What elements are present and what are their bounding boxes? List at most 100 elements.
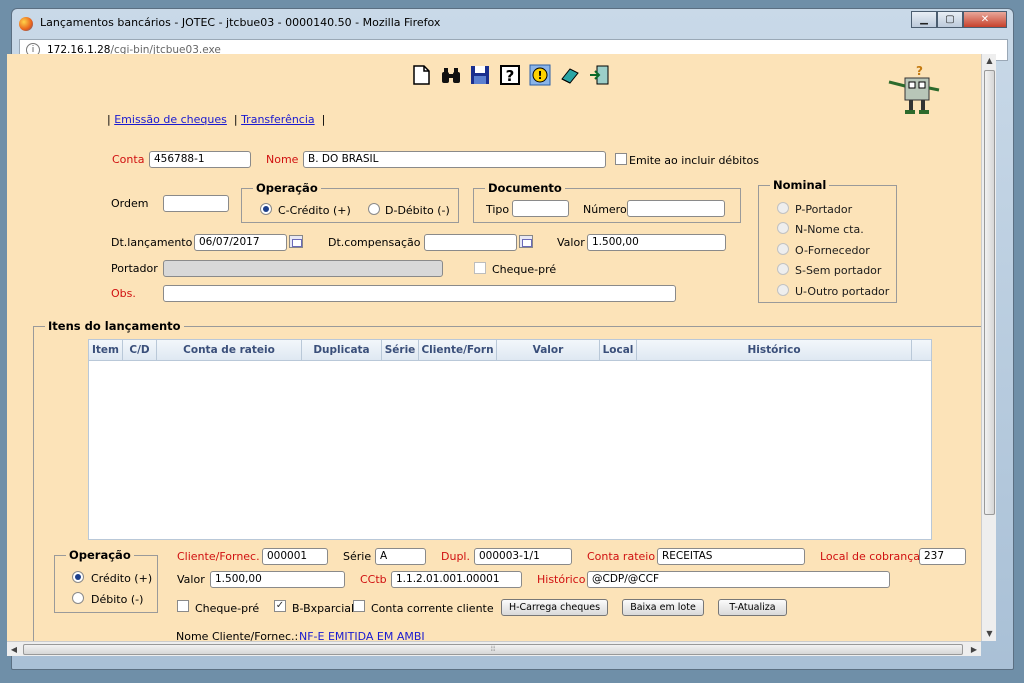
serie-label: Série <box>343 550 372 563</box>
emite-checkbox[interactable] <box>615 153 627 165</box>
page-content: ? ! ? | Emissão de cheques | Transferênc… <box>7 54 981 641</box>
dtlanc-input[interactable]: 06/07/2017 <box>194 234 287 251</box>
col-valor[interactable]: Valor <box>497 340 600 361</box>
exit-door-icon[interactable] <box>588 64 610 86</box>
footer-valor-input[interactable]: 1.500,00 <box>210 571 345 588</box>
link-separator: | <box>233 113 238 126</box>
horizontal-scroll-thumb[interactable]: ⦙⦙⦙ <box>23 644 963 655</box>
scroll-down-icon[interactable]: ▼ <box>982 627 997 641</box>
window-title: Lançamentos bancários - JOTEC - jtcbue03… <box>40 16 441 29</box>
nominal-radio-portador[interactable] <box>777 202 789 214</box>
bxparcial-checkbox[interactable]: ✓ <box>274 600 286 612</box>
numero-label: Número <box>583 203 627 216</box>
col-conta-rateio[interactable]: Conta de rateio <box>157 340 302 361</box>
conta-corrente-checkbox[interactable] <box>353 600 365 612</box>
dtcomp-calendar-icon[interactable] <box>519 235 533 248</box>
credito-label: C-Crédito (+) <box>278 204 351 217</box>
ordem-label: Ordem <box>111 197 149 210</box>
title-bar: Lançamentos bancários - JOTEC - jtcbue03… <box>12 9 1013 37</box>
local-cobranca-label: Local de cobrança <box>820 550 921 563</box>
ordem-input[interactable] <box>163 195 229 212</box>
valor-input[interactable]: 1.500,00 <box>587 234 726 251</box>
portador-input[interactable] <box>163 260 443 277</box>
conta-rateio-input[interactable]: RECEITAS <box>657 548 805 565</box>
cliente-fornec-label: Cliente/Fornec. <box>177 550 260 563</box>
nominal-radio-fornecedor[interactable] <box>777 243 789 255</box>
warning-icon[interactable]: ! <box>529 64 551 86</box>
nominal-radio-sem-portador[interactable] <box>777 263 789 275</box>
footer-credito-radio[interactable] <box>72 571 84 583</box>
col-historico[interactable]: Histórico <box>637 340 912 361</box>
carrega-cheques-button[interactable]: H-Carrega cheques <box>501 599 608 616</box>
dupl-input[interactable]: 000003-1/1 <box>474 548 572 565</box>
nome-input[interactable]: B. DO BRASIL <box>303 151 606 168</box>
debito-label: D-Débito (-) <box>385 204 450 217</box>
nominal-radio-outro-portador[interactable] <box>777 284 789 296</box>
documento-group: Documento Tipo Número <box>473 181 741 223</box>
valor-label: Valor <box>557 236 585 249</box>
conta-input[interactable]: 456788-1 <box>149 151 251 168</box>
vertical-scrollbar[interactable]: ▲ ▼ <box>981 54 996 641</box>
nominal-radio-nome[interactable] <box>777 222 789 234</box>
cheque-pre-checkbox[interactable] <box>474 262 486 274</box>
col-duplicata[interactable]: Duplicata <box>302 340 382 361</box>
dtlanc-calendar-icon[interactable] <box>289 235 303 248</box>
debito-radio[interactable] <box>368 203 380 215</box>
horizontal-scrollbar[interactable]: ◀ ⦙⦙⦙ ▶ <box>7 641 981 656</box>
save-disk-icon[interactable] <box>469 64 491 86</box>
col-cd[interactable]: C/D <box>123 340 157 361</box>
historico-input[interactable]: @CDP/@CCF <box>587 571 890 588</box>
col-item[interactable]: Item <box>89 340 123 361</box>
help-icon[interactable]: ? <box>499 64 521 86</box>
footer-credito-label: Crédito (+) <box>91 572 153 585</box>
itens-legend: Itens do lançamento <box>45 319 184 333</box>
dtcomp-input[interactable] <box>424 234 517 251</box>
nome-cliente-label: Nome Cliente/Fornec.: <box>176 630 299 641</box>
firefox-icon <box>19 17 33 31</box>
tipo-label: Tipo <box>486 203 510 216</box>
cheque-pre-label: Cheque-pré <box>492 263 557 276</box>
nominal-legend: Nominal <box>770 178 830 192</box>
maximize-button[interactable]: ▢ <box>937 11 963 28</box>
binoculars-search-icon[interactable] <box>440 64 462 86</box>
nominal-group: Nominal P-Portador N-Nome cta. O-Fornece… <box>758 178 897 303</box>
cctb-label: CCtb <box>360 573 387 586</box>
scroll-left-icon[interactable]: ◀ <box>7 642 21 657</box>
footer-debito-radio[interactable] <box>72 592 84 604</box>
new-document-icon[interactable] <box>410 64 432 86</box>
tipo-input[interactable] <box>512 200 569 217</box>
transferencia-link[interactable]: Transferência <box>241 113 315 126</box>
emissao-cheques-link[interactable]: Emissão de cheques <box>114 113 227 126</box>
minimize-button[interactable]: ▁ <box>911 11 937 28</box>
nominal-label-outro-portador: U-Outro portador <box>795 285 890 298</box>
local-cobranca-input[interactable]: 237 <box>919 548 966 565</box>
nominal-label-nome: N-Nome cta. <box>795 223 864 236</box>
bxparcial-label: B-Bxparcial <box>292 602 355 615</box>
nome-label: Nome <box>266 153 299 166</box>
close-button[interactable]: ✕ <box>963 11 1007 28</box>
cliente-fornec-input[interactable]: 000001 <box>262 548 328 565</box>
cctb-input[interactable]: 1.1.2.01.001.00001 <box>391 571 522 588</box>
eraser-icon[interactable] <box>559 64 581 86</box>
scroll-up-icon[interactable]: ▲ <box>982 54 997 68</box>
col-local[interactable]: Local <box>600 340 637 361</box>
emite-label: Emite ao incluir débitos <box>629 154 760 167</box>
itens-grid[interactable]: Item C/D Conta de rateio Duplicata Série… <box>88 339 932 540</box>
col-cliente-forn[interactable]: Cliente/Forn <box>419 340 497 361</box>
dupl-label: Dupl. <box>441 550 470 563</box>
footer-operacao-group: Operação Crédito (+) Débito (-) <box>54 548 158 613</box>
operacao-legend: Operação <box>253 181 321 195</box>
dtcomp-label: Dt.compensação <box>328 236 421 249</box>
col-serie[interactable]: Série <box>382 340 419 361</box>
conta-corrente-label: Conta corrente cliente <box>371 602 494 615</box>
numero-input[interactable] <box>627 200 725 217</box>
baixa-em-lote-button[interactable]: Baixa em lote <box>622 599 704 616</box>
footer-cheque-pre-checkbox[interactable] <box>177 600 189 612</box>
obs-input[interactable] <box>163 285 676 302</box>
serie-input[interactable]: A <box>375 548 426 565</box>
credito-radio[interactable] <box>260 203 272 215</box>
atualiza-button[interactable]: T-Atualiza <box>718 599 787 616</box>
vertical-scroll-thumb[interactable] <box>984 70 995 515</box>
robot-mascot-icon: ? <box>888 64 940 114</box>
scroll-right-icon[interactable]: ▶ <box>967 642 981 657</box>
